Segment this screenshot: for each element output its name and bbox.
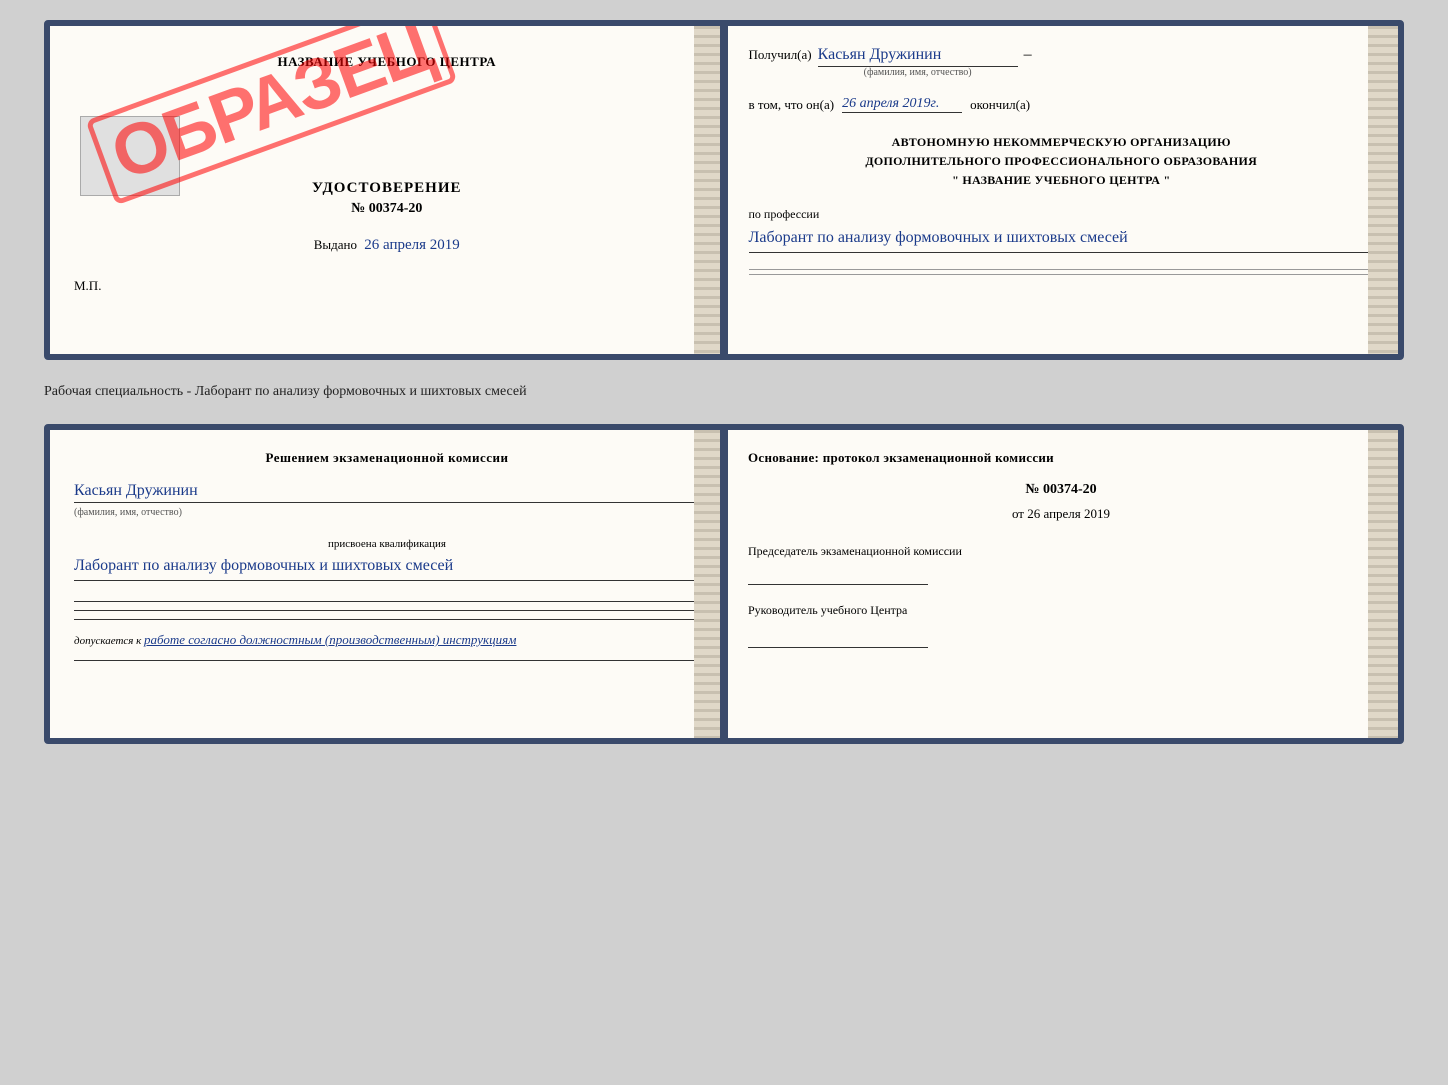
sig-line4	[74, 660, 700, 661]
dopuskaetsya-text: допускается к работе согласно должностны…	[74, 632, 700, 648]
commission-heading: Решением экзаменационной комиссии	[74, 450, 700, 466]
sig-line3	[74, 619, 700, 620]
divider1	[749, 269, 1375, 270]
recipient-sublabel: (фамилия, имя, отчество)	[864, 67, 972, 78]
org-line2: ДОПОЛНИТЕЛЬНОГО ПРОФЕССИОНАЛЬНОГО ОБРАЗО…	[749, 152, 1375, 171]
kvali-name: Лаборант по анализу формовочных и шихтов…	[74, 554, 700, 581]
cert-issued-line: Выдано 26 апреля 2019	[74, 237, 700, 254]
org-line3: " НАЗВАНИЕ УЧЕБНОГО ЦЕНТРА "	[749, 171, 1375, 190]
work-specialty-label: Рабочая специальность - Лаборант по анал…	[44, 376, 1404, 408]
date-value: 26 апреля 2019г.	[842, 96, 962, 113]
rukov-sig-line	[748, 647, 928, 648]
cert-school-title: НАЗВАНИЕ УЧЕБНОГО ЦЕНТРА	[74, 54, 700, 70]
proto-date-line: от 26 апреля 2019	[748, 506, 1374, 522]
recipient-name: Касьян Дружинин	[818, 46, 1018, 67]
issued-label: Выдано	[314, 237, 357, 252]
top-right-page: Получил(а) Касьян Дружинин (фамилия, имя…	[725, 26, 1399, 354]
bottom-left-spine	[694, 430, 724, 738]
proto-date: 26 апреля 2019	[1027, 506, 1110, 521]
org-block: АВТОНОМНУЮ НЕКОММЕРЧЕСКУЮ ОРГАНИЗАЦИЮ ДО…	[749, 133, 1375, 191]
bottom-left-page: Решением экзаменационной комиссии Касьян…	[50, 430, 724, 738]
date-prefix: в том, что он(а)	[749, 97, 835, 113]
bottom-document: Решением экзаменационной комиссии Касьян…	[44, 424, 1404, 744]
divider2	[749, 274, 1375, 275]
predsedatel-block: Председатель экзаменационной комиссии	[748, 542, 1374, 585]
date-suffix: окончил(а)	[970, 97, 1030, 113]
org-line1: АВТОНОМНУЮ НЕКОММЕРЧЕСКУЮ ОРГАНИЗАЦИЮ	[749, 133, 1375, 152]
dash-separator: –	[1024, 46, 1032, 64]
left-page-spine-decoration	[694, 26, 724, 354]
issued-date: 26 апреля 2019	[364, 237, 460, 253]
profession-name: Лаборант по анализу формовочных и шихтов…	[749, 226, 1375, 253]
profession-prefix: по профессии	[749, 207, 1375, 222]
cert-number: № 00374-20	[74, 201, 700, 217]
predsedatel-label: Председатель экзаменационной комиссии	[748, 542, 1374, 560]
osnov-heading: Основание: протокол экзаменационной коми…	[748, 450, 1374, 466]
top-document: НАЗВАНИЕ УЧЕБНОГО ЦЕНТРА ОБРАЗЕЦ УДОСТОВ…	[44, 20, 1404, 360]
date-line: в том, что он(а) 26 апреля 2019г. окончи…	[749, 96, 1375, 113]
proto-date-prefix: от	[1012, 506, 1024, 521]
recipient-label: Получил(а)	[749, 47, 812, 63]
proto-number: № 00374-20	[748, 482, 1374, 498]
predsedatel-sig-line	[748, 584, 928, 585]
commission-name: Касьян Дружинин	[74, 482, 700, 503]
mp-label: М.П.	[74, 278, 700, 294]
rukov-label: Руководитель учебного Центра	[748, 601, 1374, 619]
recipient-block: Получил(а) Касьян Дружинин (фамилия, имя…	[749, 46, 1375, 78]
bottom-right-spine	[1368, 430, 1398, 738]
rukov-block: Руководитель учебного Центра	[748, 601, 1374, 648]
stamp-placeholder	[80, 116, 180, 196]
bottom-right-page: Основание: протокол экзаменационной коми…	[724, 430, 1398, 738]
commission-sublabel: (фамилия, имя, отчество)	[74, 507, 700, 518]
right-page-spine-decoration	[1368, 26, 1398, 354]
sig-line1	[74, 601, 700, 602]
top-left-page: НАЗВАНИЕ УЧЕБНОГО ЦЕНТРА ОБРАЗЕЦ УДОСТОВ…	[50, 26, 725, 354]
kvali-prefix: присвоена квалификация	[74, 538, 700, 550]
sig-line2	[74, 610, 700, 611]
